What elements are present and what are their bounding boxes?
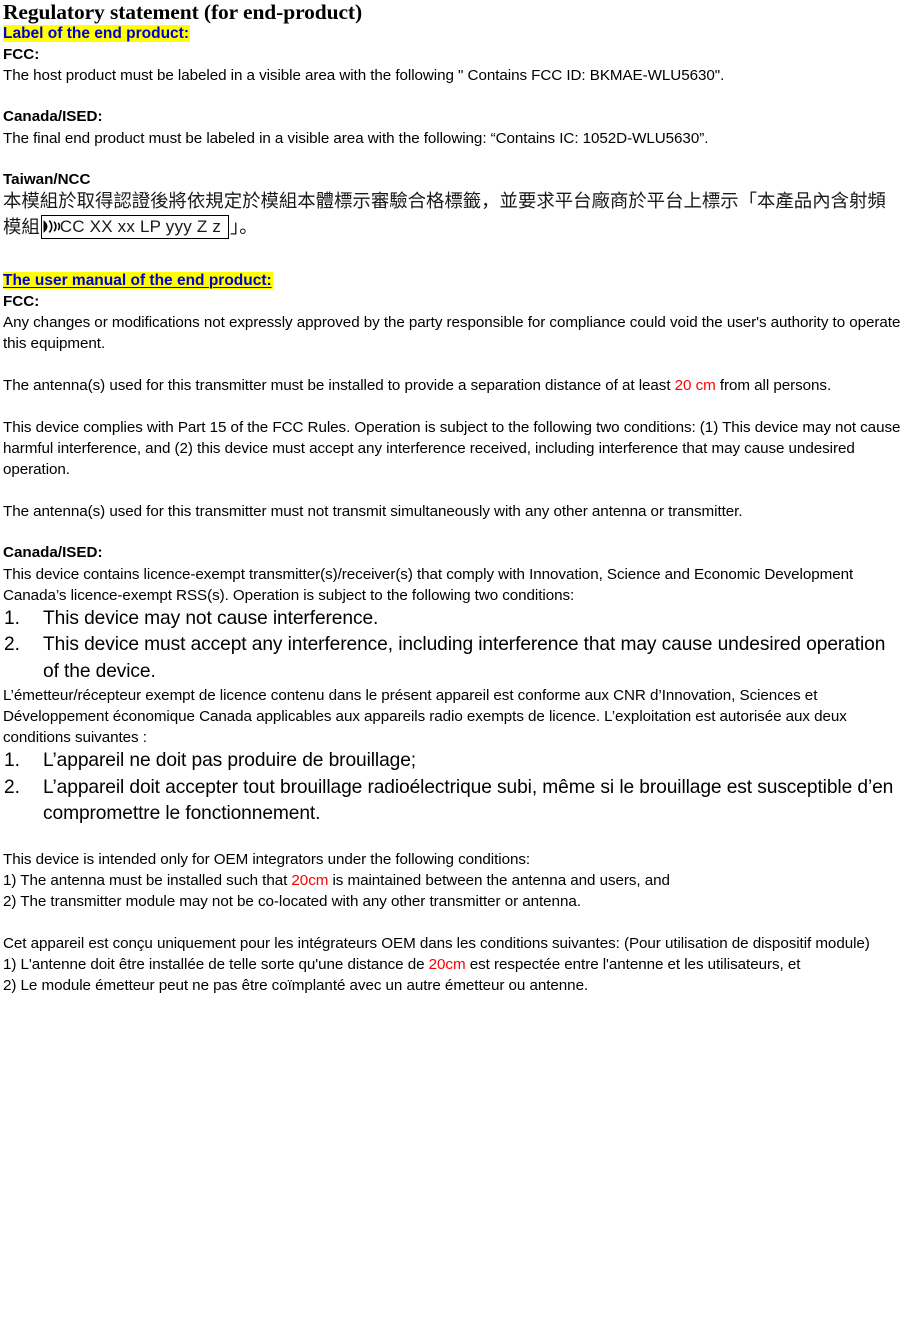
subheading-canada-label: Canada/ISED: [3, 108, 103, 125]
paragraph-oem-intro-en: This device is intended only for OEM int… [3, 850, 531, 868]
ncc-label-text: CC XX xx LP yyy Z z [59, 216, 222, 236]
list-item: 2. This device must accept any interferen… [3, 632, 904, 685]
paragraph-fcc-separation-distance: The antenna(s) used for this transmitter… [3, 375, 904, 396]
subheading-taiwan-ncc: Taiwan/NCC [3, 170, 91, 188]
paragraph-oem-item1-fr: 1) L'antenne doit être installée de tell… [3, 954, 904, 975]
separation-distance-value: 20 cm [674, 377, 716, 394]
list-canada-conditions-en: 1. This device may not cause interference… [3, 606, 904, 686]
list-item: 1. L’appareil ne doit pas produire de bro… [3, 748, 904, 775]
list-item-label: L’appareil ne doit pas produire de broui… [43, 750, 417, 771]
taiwan-text-part2: 」。 [230, 216, 258, 238]
oem-en-text-before: 1) The antenna must be installed such th… [3, 871, 292, 889]
paragraph-fcc-simultaneous-transmit: The antenna(s) used for this transmitter… [3, 503, 743, 520]
paragraph-taiwan-ncc: 本模組於取得認證後將依規定於模組本體標示審驗合格標籤，並要求平台廠商於平台上標示… [3, 190, 904, 240]
page-title: Regulatory statement (for end-product) [3, 0, 363, 24]
paragraph-oem-item2-en: 2) The transmitter module may not be co-… [3, 892, 581, 910]
list-item-number: 2. [4, 776, 20, 798]
section-heading-user-manual: The user manual of the end product: [3, 271, 904, 292]
document-page: Regulatory statement (for end-product) L… [0, 0, 906, 1342]
subheading-fcc-manual: FCC: [3, 292, 40, 310]
subheading-fcc-label: FCC: [3, 45, 40, 63]
paragraph-oem-item1-en: 1) The antenna must be installed such th… [3, 870, 904, 891]
oem-fr-text-before: 1) L'antenne doit être installée de tell… [3, 955, 429, 973]
list-item: 1. This device may not cause interference… [3, 606, 904, 633]
section-heading-label-text: Label of the end product: [3, 25, 190, 42]
subheading-canada-manual: Canada/ISED: [3, 544, 103, 561]
paragraph-oem-item2-fr: 2) Le module émetteur peut ne pas être c… [3, 976, 589, 994]
separation-text-before: The antenna(s) used for this transmitter… [3, 377, 675, 394]
list-item-number: 2. [4, 634, 20, 655]
paragraph-canada-intro-en: This device contains licence-exempt tran… [3, 565, 854, 604]
paragraph-canada-label: The final end product must be labeled in… [3, 129, 709, 147]
ncc-radio-waves-icon [43, 218, 60, 235]
paragraph-fcc-part15: This device complies with Part 15 of the… [3, 419, 901, 478]
section-heading-user-manual-text: The user manual of the end product: [3, 272, 273, 289]
separation-text-after: from all persons. [715, 377, 832, 394]
oem-fr-text-after: est respectée entre l'antenne et les uti… [465, 955, 801, 973]
paragraph-fcc-changes: Any changes or modifications not express… [3, 314, 901, 352]
list-item-number: 1. [4, 607, 20, 629]
list-item-label: This device may not cause interference. [43, 607, 379, 629]
oem-en-distance-value: 20cm [291, 871, 329, 889]
list-canada-conditions-fr: 1. L’appareil ne doit pas produire de bro… [3, 748, 904, 828]
paragraph-canada-intro-fr: L’émetteur/récepteur exempt de licence c… [3, 687, 847, 746]
list-item-label: L’appareil doit accepter tout brouillage… [43, 776, 894, 825]
oem-en-text-after: is maintained between the antenna and us… [328, 871, 670, 889]
paragraph-oem-intro-fr: Cet appareil est conçu uniquement pour l… [3, 934, 870, 952]
list-item-number: 1. [4, 750, 20, 771]
list-item: 2. L’appareil doit accepter tout brouilla… [3, 775, 904, 828]
oem-fr-distance-value: 20cm [428, 955, 466, 973]
section-heading-label-of-end-product: Label of the end product: [3, 24, 904, 45]
paragraph-fcc-label: The host product must be labeled in a vi… [3, 67, 725, 84]
list-item-label: This device must accept any interference… [43, 634, 886, 682]
ncc-label-box: CC XX xx LP yyy Z z [40, 214, 230, 239]
